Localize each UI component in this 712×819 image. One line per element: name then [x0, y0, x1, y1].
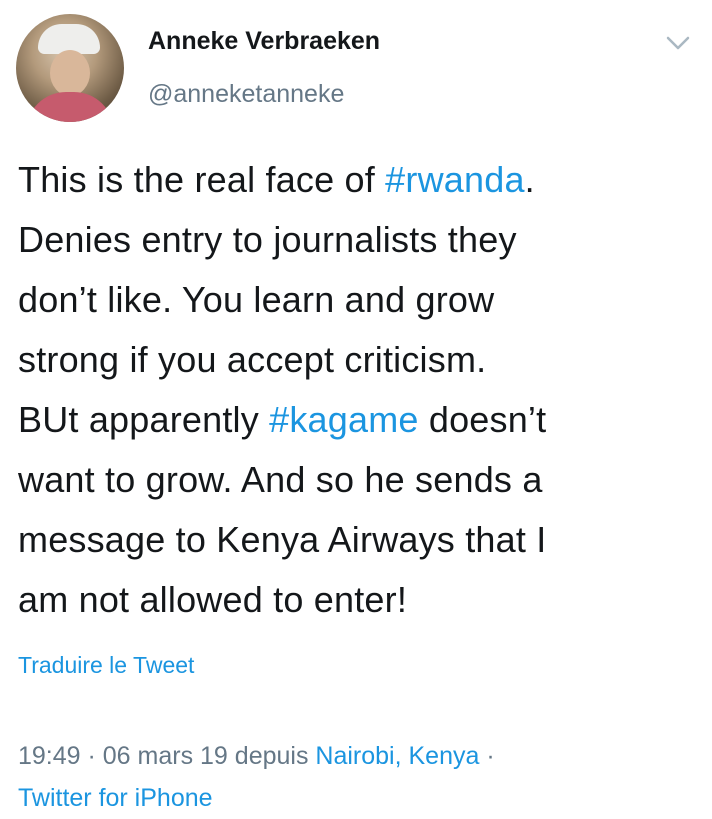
tweet-text-segment: doesn’t: [418, 399, 547, 440]
hashtag-link[interactable]: #kagame: [269, 399, 419, 440]
avatar[interactable]: [16, 14, 124, 122]
avatar-face: [50, 50, 90, 96]
tweet-line: BUt apparently #kagame doesn’t: [18, 390, 698, 450]
tweet-line: don’t like. You learn and grow: [18, 279, 495, 320]
tweet-line: This is the real face of #rwanda.: [18, 150, 698, 210]
tweet-card: Anneke Verbraeken @anneketanneke This is…: [0, 0, 712, 819]
tweet-text: This is the real face of #rwanda. Denies…: [18, 150, 698, 630]
meta-separator: ·: [479, 742, 495, 770]
tweet-line: Denies entry to journalists they: [18, 219, 517, 260]
translate-tweet-link[interactable]: Traduire le Tweet: [18, 652, 194, 679]
tweet-line: want to grow. And so he sends a: [18, 459, 543, 500]
tweet-text-segment: .: [524, 159, 535, 200]
tweet-text-segment: BUt apparently: [18, 399, 270, 440]
tweet-line: strong if you accept criticism.: [18, 339, 487, 380]
location-link[interactable]: Nairobi, Kenya: [315, 742, 479, 770]
tweet-line: message to Kenya Airways that I: [18, 519, 547, 560]
tweet-metadata: 19:49 · 06 mars 19 depuis Nairobi, Kenya…: [18, 735, 698, 819]
avatar-shirt: [26, 92, 114, 122]
user-display-name[interactable]: Anneke Verbraeken: [148, 27, 380, 56]
tweet-text-segment: This is the real face of: [18, 159, 386, 200]
source-link[interactable]: Twitter for iPhone: [18, 777, 698, 819]
tweet-timestamp: 19:49 · 06 mars 19 depuis: [18, 742, 316, 770]
hashtag-link[interactable]: #rwanda: [385, 159, 525, 200]
user-handle[interactable]: @anneketanneke: [148, 80, 344, 109]
meta-row: 19:49 · 06 mars 19 depuis Nairobi, Kenya…: [18, 735, 698, 777]
tweet-line: am not allowed to enter!: [18, 579, 408, 620]
chevron-down-icon[interactable]: [665, 34, 691, 52]
